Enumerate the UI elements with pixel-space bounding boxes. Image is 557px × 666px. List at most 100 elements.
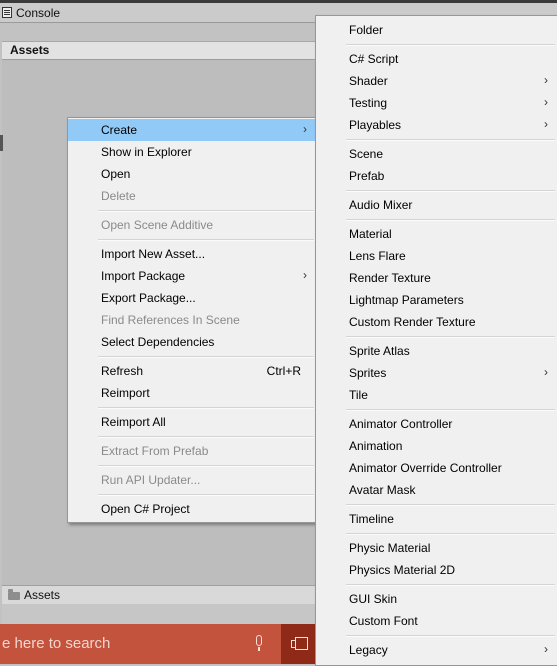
menu-item-label: Reimport: [101, 386, 150, 400]
menu-item-label: Select Dependencies: [101, 335, 215, 349]
menu-item-label: Create: [101, 123, 138, 137]
chevron-right-icon: ›: [544, 73, 548, 87]
menu-item-reimport[interactable]: Reimport: [68, 382, 316, 404]
create-item-legacy[interactable]: Legacy ›: [316, 639, 557, 661]
create-item-sprite-atlas[interactable]: Sprite Atlas: [316, 340, 557, 362]
menu-item-label: Shader: [349, 74, 388, 88]
create-item-animator-override-controller[interactable]: Animator Override Controller: [316, 457, 557, 479]
menu-separator: [346, 409, 555, 411]
chevron-right-icon: ›: [303, 122, 307, 136]
create-item-animator-controller[interactable]: Animator Controller: [316, 413, 557, 435]
project-header-title: Assets: [10, 43, 50, 57]
create-item-avatar-mask[interactable]: Avatar Mask: [316, 479, 557, 501]
create-item-physics-material-2d[interactable]: Physics Material 2D: [316, 559, 557, 581]
console-tab-label: Console: [16, 5, 61, 20]
create-item-render-texture[interactable]: Render Texture: [316, 267, 557, 289]
menu-item-label: Lens Flare: [349, 249, 406, 263]
menu-item-label: Custom Font: [349, 614, 418, 628]
breadcrumb-assets[interactable]: Assets: [24, 588, 60, 602]
menu-item-label: Extract From Prefab: [101, 444, 209, 458]
menu-item-label: Sprites: [349, 366, 387, 380]
menu-item-label: Reimport All: [101, 415, 166, 429]
menu-separator: [346, 44, 555, 46]
create-item-playables[interactable]: Playables ›: [316, 114, 557, 136]
menu-item-open-csharp-project[interactable]: Open C# Project: [68, 498, 316, 520]
menu-item-label: Delete: [101, 189, 136, 203]
create-item-tile[interactable]: Tile: [316, 384, 557, 406]
menu-item-label: Open Scene Additive: [101, 218, 214, 232]
create-item-folder[interactable]: Folder: [316, 19, 557, 41]
create-item-physic-material[interactable]: Physic Material: [316, 537, 557, 559]
assets-context-menu: Create › Show in Explorer Open Delete Op…: [67, 117, 317, 523]
menu-item-label: Animator Controller: [349, 417, 453, 431]
menu-item-import-package[interactable]: Import Package ›: [68, 265, 316, 287]
menu-item-label: Open C# Project: [101, 502, 190, 516]
menu-item-label: Show in Explorer: [101, 145, 192, 159]
menu-item-find-references: Find References In Scene: [68, 309, 316, 331]
menu-item-label: Import Package: [101, 269, 186, 283]
create-item-custom-render-texture[interactable]: Custom Render Texture: [316, 311, 557, 333]
menu-item-label: Refresh: [101, 364, 144, 378]
menu-item-label: Sprite Atlas: [349, 344, 410, 358]
create-item-csharp-script[interactable]: C# Script: [316, 48, 557, 70]
panel-edge-marker: [0, 135, 3, 151]
menu-item-label: Physic Material: [349, 541, 431, 555]
create-item-testing[interactable]: Testing ›: [316, 92, 557, 114]
chevron-right-icon: ›: [303, 268, 307, 282]
create-item-gui-skin[interactable]: GUI Skin: [316, 588, 557, 610]
menu-item-open[interactable]: Open: [68, 163, 316, 185]
create-item-timeline[interactable]: Timeline: [316, 508, 557, 530]
menu-item-label: Animator Override Controller: [349, 461, 502, 475]
menu-item-label: Prefab: [349, 169, 385, 183]
shortcut-label: Ctrl+R: [266, 364, 301, 378]
menu-item-create[interactable]: Create ›: [68, 119, 316, 141]
menu-separator: [98, 436, 314, 438]
menu-separator: [346, 139, 555, 141]
create-item-scene[interactable]: Scene: [316, 143, 557, 165]
task-view-icon: [291, 637, 308, 650]
microphone-icon[interactable]: [254, 635, 264, 652]
create-item-material[interactable]: Material: [316, 223, 557, 245]
menu-item-reimport-all[interactable]: Reimport All: [68, 411, 316, 433]
create-item-custom-font[interactable]: Custom Font: [316, 610, 557, 632]
menu-item-label: Scene: [349, 147, 384, 161]
menu-separator: [346, 219, 555, 221]
chevron-right-icon: ›: [544, 365, 548, 379]
create-item-lightmap-parameters[interactable]: Lightmap Parameters: [316, 289, 557, 311]
create-item-shader[interactable]: Shader ›: [316, 70, 557, 92]
chevron-right-icon: ›: [544, 95, 548, 109]
menu-item-label: Custom Render Texture: [349, 315, 476, 329]
menu-item-label: Testing: [349, 96, 388, 110]
menu-item-show-in-explorer[interactable]: Show in Explorer: [68, 141, 316, 163]
title-strip: [0, 0, 557, 3]
menu-item-label: Lightmap Parameters: [349, 293, 464, 307]
chevron-right-icon: ›: [544, 642, 548, 656]
menu-item-run-api-updater: Run API Updater...: [68, 469, 316, 491]
menu-separator: [98, 210, 314, 212]
menu-item-export-package[interactable]: Export Package...: [68, 287, 316, 309]
create-item-audio-mixer[interactable]: Audio Mixer: [316, 194, 557, 216]
menu-separator: [98, 407, 314, 409]
menu-item-label: Playables: [349, 118, 402, 132]
taskbar-search-input[interactable]: e here to search: [2, 635, 110, 652]
create-item-sprites[interactable]: Sprites ›: [316, 362, 557, 384]
menu-item-label: Run API Updater...: [101, 473, 201, 487]
create-item-lens-flare[interactable]: Lens Flare: [316, 245, 557, 267]
menu-separator: [98, 465, 314, 467]
menu-item-label: Export Package...: [101, 291, 196, 305]
create-item-prefab[interactable]: Prefab: [316, 165, 557, 187]
chevron-right-icon: ›: [544, 117, 548, 131]
menu-item-label: Timeline: [349, 512, 394, 526]
create-item-animation[interactable]: Animation: [316, 435, 557, 457]
menu-item-import-new-asset[interactable]: Import New Asset...: [68, 243, 316, 265]
menu-item-open-scene-additive: Open Scene Additive: [68, 214, 316, 236]
menu-item-label: C# Script: [349, 52, 399, 66]
menu-item-label: Avatar Mask: [349, 483, 416, 497]
folder-icon: [8, 589, 20, 600]
console-tab[interactable]: Console: [0, 3, 68, 22]
menu-separator: [346, 504, 555, 506]
menu-item-label: Physics Material 2D: [349, 563, 456, 577]
menu-item-label: Animation: [349, 439, 403, 453]
menu-item-refresh[interactable]: Refresh Ctrl+R: [68, 360, 316, 382]
menu-item-select-dependencies[interactable]: Select Dependencies: [68, 331, 316, 353]
